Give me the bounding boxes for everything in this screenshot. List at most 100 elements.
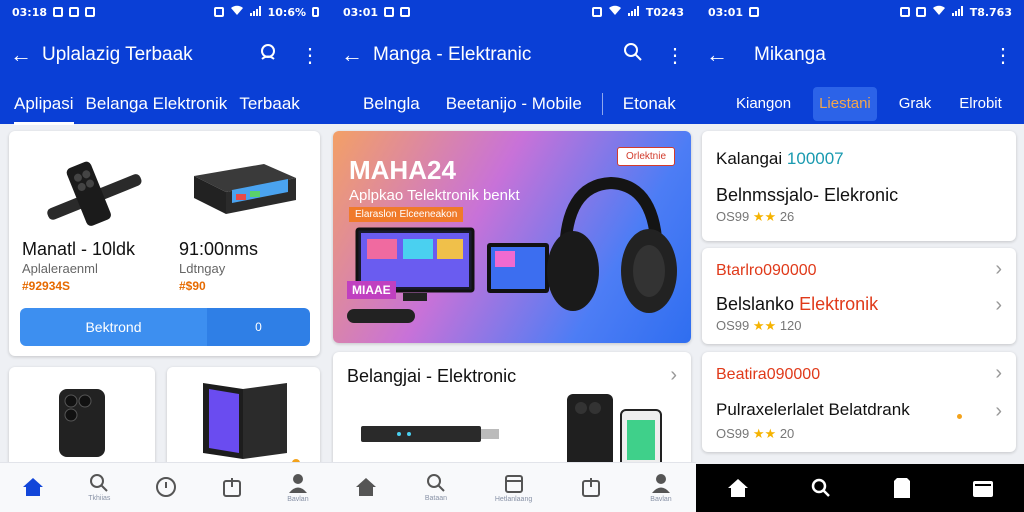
tab-etonak[interactable]: Etonak: [617, 87, 682, 121]
promo-badge: Orlektnie: [616, 147, 675, 166]
signal-icon: [627, 5, 640, 19]
chevron-right-icon[interactable]: ›: [995, 362, 1002, 385]
wifi-icon: [230, 5, 244, 19]
item-rating: OS99 ★★ 26: [716, 209, 795, 224]
notification-icon: [53, 7, 64, 17]
notification-icon: [384, 7, 395, 17]
header: 03:01 T8.763 ← Mikanga ⋮ Kiangon Liestan…: [696, 0, 1024, 124]
search-icon[interactable]: [612, 42, 654, 68]
product-subtitle-2: Ldtngay: [179, 261, 226, 276]
nav-search[interactable]: Tkhiias: [88, 473, 110, 502]
nav-home[interactable]: [727, 478, 749, 498]
tab-belngla[interactable]: Belngla: [357, 87, 426, 121]
page-title: Uplalazig Terbaak: [42, 44, 193, 65]
item-title: Kalangai 100007: [716, 149, 844, 168]
nav-search[interactable]: [810, 478, 832, 498]
alarm-icon: [915, 7, 926, 17]
nav-profile[interactable]: Bavlan: [287, 472, 309, 503]
status-time: 03:18: [12, 5, 48, 19]
nav-profile[interactable]: Bavlan: [650, 472, 672, 503]
bottom-navigation: Bataan Hetlanlaang Bavlan: [331, 462, 696, 512]
bottom-navigation: [696, 464, 1024, 512]
status-time: 03:01: [343, 5, 379, 19]
search-icon: [811, 478, 830, 497]
alarm-icon: [213, 7, 224, 17]
item-rating: OS99 ★★ 20: [716, 426, 795, 441]
more-vert-icon[interactable]: ⋮: [654, 43, 696, 68]
chevron-right-icon[interactable]: ›: [995, 400, 1002, 423]
battery-text: 10:6%: [267, 5, 306, 19]
back-arrow-icon[interactable]: ←: [0, 42, 42, 68]
promo-headline: MAHA24: [349, 155, 456, 185]
tab-bar: Kiangon Liestani Grak Elrobit: [696, 84, 1024, 124]
cart-button[interactable]: 0: [207, 308, 310, 346]
nav-history[interactable]: [155, 476, 177, 500]
list-item[interactable]: Btarlro090000 › Belslanko Elektronik › O…: [702, 248, 1016, 344]
app-bar: ← Uplalazig Terbaak ⋮: [0, 38, 331, 72]
tab-terbaak[interactable]: Terbaak: [233, 87, 305, 121]
item-name: Belslanko Elektronik: [716, 294, 879, 314]
promo-strip: Elaraslon Elceeneakon: [349, 207, 464, 222]
product-price-2: #$90: [179, 279, 206, 293]
chevron-right-icon[interactable]: ›: [995, 294, 1002, 317]
panel-list-detail-screen: 03:01 T8.763 ← Mikanga ⋮ Kiangon Liestan…: [696, 0, 1024, 512]
more-vert-icon[interactable]: ⋮: [289, 43, 331, 68]
support-agent-icon[interactable]: [247, 42, 289, 68]
header: 03:18 10:6% ← Uplalazig Terbaak ⋮ Aplipa…: [0, 0, 331, 125]
nav-packages[interactable]: Hetlanlaang: [495, 472, 532, 503]
section-title: Belangjai - Elektronic: [347, 366, 517, 386]
nav-documents[interactable]: [893, 477, 911, 499]
badge-dot: [957, 414, 962, 419]
tablet-card[interactable]: [167, 367, 320, 477]
list-item[interactable]: Kalangai 100007 Belnmssjalo- Elekronic O…: [702, 131, 1016, 241]
back-arrow-icon[interactable]: ←: [331, 42, 373, 68]
usb-dongle-image: [361, 426, 499, 442]
phone-card[interactable]: [9, 367, 155, 477]
headphones-image: [547, 176, 677, 313]
tab-kiangon[interactable]: Kiangon: [730, 87, 797, 121]
tab-grak[interactable]: Grak: [893, 87, 938, 121]
item-title: Btarlro090000: [716, 262, 817, 279]
bottom-navigation: Tkhiias Bavlan: [0, 462, 331, 512]
nav-home[interactable]: [22, 477, 44, 499]
file-icon: [893, 478, 910, 498]
more-vert-icon[interactable]: ⋮: [982, 43, 1024, 68]
foldable-image: [203, 383, 287, 459]
search-icon: [426, 474, 445, 492]
page-title: Manga - Elektranic: [373, 44, 532, 65]
page-title: Mikanga: [754, 44, 826, 65]
tab-bar: Aplipasi Belanga Elektronik Terbaak: [0, 84, 331, 125]
buy-button[interactable]: Bektrond: [20, 308, 207, 346]
wifi-icon: [932, 5, 946, 19]
category-card[interactable]: Belangjai - Elektronic ›: [333, 352, 691, 472]
phones-image: [567, 394, 662, 472]
item-name: Belnmssjalo- Elekronic: [716, 185, 899, 205]
tab-aplipasi[interactable]: Aplipasi: [8, 87, 80, 125]
nav-orders[interactable]: [580, 476, 602, 500]
tab-liestani[interactable]: Liestani: [813, 87, 877, 121]
promo-banner[interactable]: Orlektnie MAHA24 Aplpkao Telektronik ben…: [333, 131, 691, 343]
nav-wallet[interactable]: [972, 478, 994, 498]
box-icon: [504, 475, 523, 493]
buy-button-group: Bektrond 0: [20, 308, 310, 346]
tab-beetanijo-mobile[interactable]: Beetanijo - Mobile: [440, 87, 588, 121]
app-bar: ← Manga - Elektranic ⋮: [331, 38, 696, 72]
app-icon: [749, 7, 760, 17]
nav-orders[interactable]: [221, 476, 243, 500]
tab-belanga-elektronik[interactable]: Belanga Elektronik: [80, 87, 234, 121]
chevron-right-icon[interactable]: ›: [670, 364, 677, 387]
wifi-icon: [608, 5, 622, 19]
list-item[interactable]: Beatira090000 › Pulraxelerlalet Belatdra…: [702, 352, 1016, 452]
chevron-right-icon[interactable]: ›: [995, 258, 1002, 281]
nav-home[interactable]: [355, 477, 377, 499]
star-icon: ★★: [752, 318, 777, 333]
product-card[interactable]: Manatl - 10ldk Aplaleraenml #92934S 91:0…: [9, 131, 320, 356]
back-arrow-icon[interactable]: ←: [696, 42, 738, 68]
tab-elrobit[interactable]: Elrobit: [953, 87, 1008, 121]
status-bar: 03:01 T8.763: [708, 4, 1012, 20]
gimbal-image: [39, 151, 149, 241]
app-icon: [85, 7, 96, 17]
bag-icon: [222, 477, 241, 497]
nav-search[interactable]: Bataan: [425, 473, 447, 502]
bag-icon: [582, 477, 601, 497]
